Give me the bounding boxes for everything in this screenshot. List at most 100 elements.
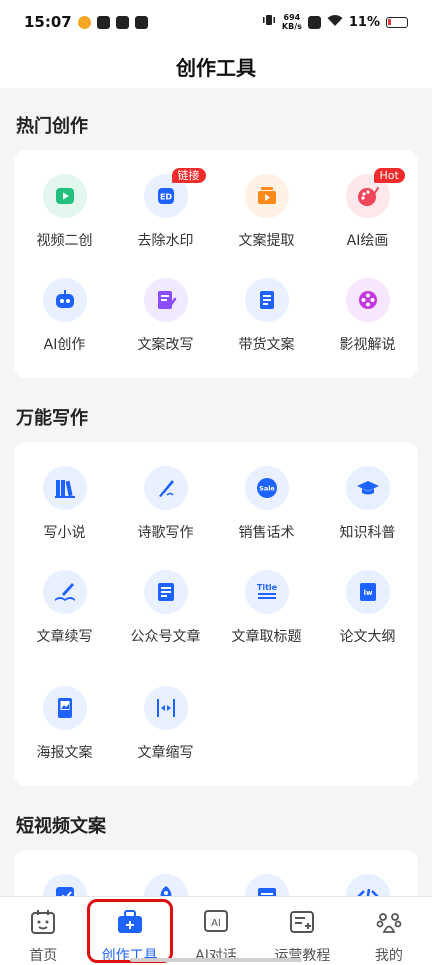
home-calendar-icon [28, 907, 58, 941]
tool-graduation-cap[interactable]: 知识科普 [317, 466, 418, 542]
books-icon [42, 466, 87, 510]
toolbox-icon [115, 907, 145, 941]
tool-edit-doc[interactable]: 文案改写 [115, 278, 216, 354]
tool-label: 公众号文章 [130, 629, 201, 645]
tab-toolbox[interactable]: 创作工具 [86, 897, 172, 965]
tool-label: 海报文案 [36, 745, 93, 761]
bottom-tab-bar: 首页 创作工具 AI AI对话 运营教程 我的 [0, 896, 432, 965]
tool-label: 文案提取 [238, 233, 295, 249]
code-icon [345, 874, 390, 896]
tool-label: 销售话术 [238, 525, 295, 541]
app-link-icon [115, 15, 129, 29]
tool-label: AI绘画 [346, 233, 389, 249]
svg-text:Sale: Sale [259, 485, 275, 493]
tool-paper-outline[interactable]: lw 论文大纲 [317, 570, 418, 646]
tab-label: 运营教程 [274, 948, 331, 964]
video-extract-icon [244, 174, 289, 218]
tab-tutorial[interactable]: 运营教程 [259, 897, 345, 965]
tool-label: 视频二创 [36, 233, 93, 249]
watermark-remove-icon: ED 链接 [143, 168, 206, 218]
message-icon [134, 15, 148, 29]
tab-paw-profile[interactable]: 我的 [346, 897, 432, 965]
tool-label: 带货文案 [238, 337, 295, 353]
chart-icon [42, 874, 87, 896]
tool-label: 诗歌写作 [137, 525, 194, 541]
status-time: 15:07 [24, 13, 72, 31]
graduation-cap-icon [345, 466, 390, 510]
battery-icon [386, 16, 408, 28]
tool-open-book-pen[interactable]: 文章续写 [14, 570, 115, 646]
tool-article[interactable]: 公众号文章 [115, 570, 216, 646]
robot-icon [42, 278, 87, 322]
section-title-short-video: 短视频文案 [16, 816, 106, 837]
tool-label: 知识科普 [339, 525, 396, 541]
card-short-video [14, 850, 418, 896]
tool-robot[interactable]: AI创作 [14, 278, 115, 354]
tool-chart[interactable] [14, 874, 115, 896]
tool-label: 文章续写 [36, 629, 93, 645]
tool-label: AI创作 [43, 337, 86, 353]
tool-label: 去除水印 [137, 233, 194, 249]
page-title: 创作工具 [0, 44, 432, 88]
tab-label: 我的 [374, 948, 403, 964]
tool-badge: Hot [373, 168, 405, 183]
weibo-icon [77, 15, 91, 29]
tab-ai-chat[interactable]: AI AI对话 [173, 897, 259, 965]
tool-label: 文章取标题 [231, 629, 302, 645]
svg-text:ED: ED [159, 193, 171, 202]
tool-compress[interactable]: 文章缩写 [115, 686, 216, 762]
section-title-hot: 热门创作 [16, 116, 88, 137]
tool-label: 文案改写 [137, 337, 194, 353]
palette-icon: Hot [345, 168, 405, 218]
tool-poster[interactable]: 海报文案 [14, 686, 115, 762]
poster-icon [42, 686, 87, 730]
doc-list-icon [244, 278, 289, 322]
card-hot: 视频二创 ED 链接去除水印 文案提取 Hot AI绘画 AI创作 文案改写 带货文案 影视解说 [14, 150, 418, 378]
wifi-icon [327, 13, 343, 31]
edit-doc-icon [143, 278, 188, 322]
tool-rocket[interactable] [115, 874, 216, 896]
tool-video-play[interactable]: 视频二创 [14, 174, 115, 250]
tool-quill[interactable]: 诗歌写作 [115, 466, 216, 542]
tool-label: 论文大纲 [339, 629, 396, 645]
sale-badge-icon: Sale [244, 466, 289, 510]
compress-icon [143, 686, 188, 730]
network-speed: 694 KB/s [281, 13, 302, 31]
tool-sale-badge[interactable]: Sale 销售话术 [216, 466, 317, 542]
tab-home-calendar[interactable]: 首页 [0, 897, 86, 965]
rocket-icon [143, 874, 188, 896]
ai-chat-icon: AI [201, 907, 231, 941]
tool-palette[interactable]: Hot AI绘画 [317, 168, 418, 250]
tutorial-icon [287, 907, 317, 941]
svg-text:AI: AI [211, 918, 221, 929]
tool-browser[interactable] [216, 874, 317, 896]
video-play-icon [42, 174, 87, 218]
open-book-pen-icon [42, 570, 87, 614]
tools-scroll-area[interactable]: 热门创作 视频二创 ED 链接去除水印 文案提取 Hot AI绘画 AI创作 文案改写 带货文案… [0, 88, 432, 896]
article-icon [143, 570, 188, 614]
tab-label: 首页 [29, 948, 58, 964]
film-reel-icon [345, 278, 390, 322]
svg-text:Title: Title [256, 583, 277, 592]
svg-text:lw: lw [363, 589, 372, 597]
tool-code[interactable] [317, 874, 418, 896]
quill-icon [143, 466, 188, 510]
vibrate-icon [262, 13, 276, 31]
tool-badge: 链接 [171, 168, 206, 183]
tool-label: 写小说 [43, 525, 86, 541]
tool-film-reel[interactable]: 影视解说 [317, 278, 418, 354]
paper-outline-icon: lw [345, 570, 390, 614]
tab-label: 创作工具 [101, 948, 158, 964]
section-title-writing: 万能写作 [16, 408, 88, 429]
tool-label: 文章缩写 [137, 745, 194, 761]
browser-icon [244, 874, 289, 896]
tool-watermark-remove[interactable]: ED 链接去除水印 [115, 168, 216, 250]
tool-books[interactable]: 写小说 [14, 466, 115, 542]
tool-doc-list[interactable]: 带货文案 [216, 278, 317, 354]
tool-label: 影视解说 [339, 337, 396, 353]
status-bar: 15:07 694 KB/s 11% [0, 0, 432, 44]
tool-title-text[interactable]: Title 文章取标题 [216, 570, 317, 646]
tab-label: AI对话 [195, 948, 237, 964]
battery-percent: 11% [348, 14, 380, 30]
tool-video-extract[interactable]: 文案提取 [216, 174, 317, 250]
